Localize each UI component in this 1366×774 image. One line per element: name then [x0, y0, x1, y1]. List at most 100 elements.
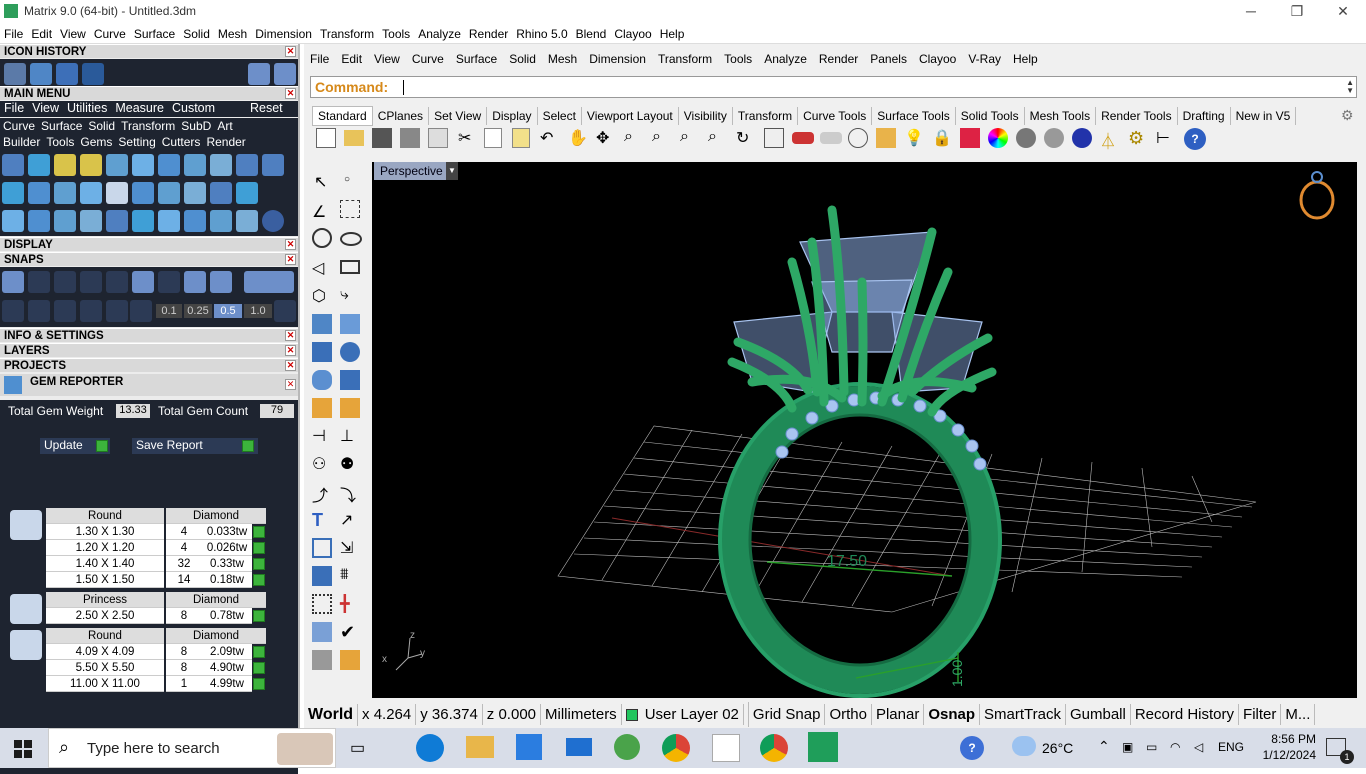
history-tool-icon[interactable] — [4, 63, 26, 85]
circle-select-icon[interactable] — [848, 128, 868, 148]
zoom-app-icon[interactable] — [712, 734, 740, 762]
polygon-icon[interactable]: ⬡ — [312, 286, 326, 306]
rmenu-mesh[interactable]: Mesh — [542, 44, 583, 70]
tool-icon[interactable] — [210, 210, 232, 232]
move-view-icon[interactable]: ✥ — [596, 128, 609, 148]
menu-analyze[interactable]: Analyze — [414, 24, 465, 44]
tool-icon[interactable] — [132, 154, 154, 176]
tool-icon[interactable] — [184, 210, 206, 232]
point-grid-icon[interactable] — [312, 594, 332, 614]
viewport-tab[interactable]: Perspective ▼ — [374, 162, 458, 180]
group-icon[interactable]: ⚇ — [312, 454, 326, 474]
update-go-icon[interactable] — [96, 440, 108, 452]
snap-icon[interactable] — [28, 271, 50, 293]
tool-icon[interactable] — [210, 154, 232, 176]
chrome-icon[interactable] — [662, 734, 690, 762]
menu-transform[interactable]: Transform — [316, 24, 378, 44]
temperature[interactable]: 26°C — [1042, 740, 1073, 756]
dimension-icon[interactable]: ⊢ — [1156, 128, 1170, 148]
tray-chevron-icon[interactable]: ⌃ — [1098, 738, 1110, 755]
cat-setting[interactable]: Setting — [115, 135, 158, 149]
status-record-history[interactable]: Record History — [1131, 704, 1240, 725]
menu-blend[interactable]: Blend — [572, 24, 611, 44]
text-icon[interactable]: T — [312, 510, 323, 531]
snap-toggle-icon[interactable] — [244, 271, 294, 293]
grid-lines-icon[interactable]: ⩩ — [340, 566, 349, 584]
rmenu-transform[interactable]: Transform — [652, 44, 718, 70]
tab-new-in-v5[interactable]: New in V5 — [1231, 107, 1297, 125]
network-icon[interactable]: ▣ — [1122, 740, 1133, 754]
tool-icon[interactable] — [106, 210, 128, 232]
clock-date[interactable]: 1/12/2024 — [1256, 748, 1316, 762]
menu-tools[interactable]: Tools — [378, 24, 414, 44]
row-go-icon[interactable] — [253, 558, 265, 570]
tool-icon[interactable] — [28, 154, 50, 176]
tab-mesh-tools[interactable]: Mesh Tools — [1025, 107, 1097, 125]
paste-icon[interactable] — [512, 128, 530, 148]
snap-icon[interactable] — [2, 271, 24, 293]
row-go-icon[interactable] — [253, 678, 265, 690]
history-tool-icon[interactable] — [82, 63, 104, 85]
cat-art[interactable]: Art — [214, 119, 235, 133]
rmenu-vray[interactable]: V-Ray — [962, 44, 1007, 70]
status-smarttrack[interactable]: SmartTrack — [980, 704, 1066, 725]
tool-icon[interactable] — [28, 210, 50, 232]
tab-solid-tools[interactable]: Solid Tools — [956, 107, 1025, 125]
tool-icon[interactable] — [184, 182, 206, 204]
help-tray-icon[interactable]: ? — [960, 736, 984, 760]
battery-icon[interactable]: ▭ — [1146, 740, 1157, 754]
tool-icon[interactable] — [236, 182, 258, 204]
close-icon[interactable]: ✕ — [285, 360, 296, 371]
close-icon[interactable]: ✕ — [285, 330, 296, 341]
snap-icon[interactable] — [80, 271, 102, 293]
mesh-icon[interactable] — [340, 370, 360, 390]
zoom-icon[interactable]: ⌕ — [624, 128, 633, 146]
menu-dimension[interactable]: Dimension — [251, 24, 316, 44]
open-folder-icon[interactable] — [344, 130, 364, 146]
car-icon[interactable] — [792, 132, 814, 144]
clock-time[interactable]: 8:56 PM — [1266, 732, 1316, 746]
tool-icon[interactable] — [158, 182, 180, 204]
file-explorer-icon[interactable] — [466, 736, 494, 758]
taskbar-search-box[interactable]: ⌕ Type here to search — [48, 728, 336, 768]
tool-icon[interactable] — [158, 154, 180, 176]
tool-icon[interactable] — [210, 182, 232, 204]
status-gumball[interactable]: Gumball — [1066, 704, 1131, 725]
menu-mesh[interactable]: Mesh — [214, 24, 251, 44]
cat-subd[interactable]: SubD — [178, 119, 214, 133]
minimize-button[interactable]: ─ — [1228, 0, 1274, 24]
snap-icon[interactable] — [80, 300, 102, 322]
tab-display[interactable]: Display — [487, 107, 538, 125]
bucket-icon[interactable] — [340, 650, 360, 670]
layers-header[interactable]: LAYERS ✕ — [0, 343, 298, 357]
app-green-icon[interactable] — [614, 734, 640, 760]
tool-icon[interactable] — [2, 154, 24, 176]
rmenu-tools[interactable]: Tools — [718, 44, 758, 70]
tool-icon[interactable] — [132, 210, 154, 232]
boolean-icon[interactable] — [340, 398, 360, 418]
rmenu-edit[interactable]: Edit — [335, 44, 368, 70]
gumball-icon[interactable]: ╋ — [340, 594, 350, 614]
tool-icon[interactable] — [236, 154, 258, 176]
lock-icon[interactable]: 🔒 — [932, 128, 952, 148]
close-icon[interactable]: ✕ — [285, 379, 296, 390]
snap-icon[interactable] — [106, 271, 128, 293]
mm-file[interactable]: File — [0, 101, 28, 115]
rmenu-file[interactable]: File — [304, 44, 335, 70]
array-icon[interactable] — [312, 538, 332, 558]
copy-clip-icon[interactable] — [484, 128, 502, 148]
status-filter[interactable]: Filter — [1239, 704, 1282, 725]
tool-icon[interactable] — [54, 210, 76, 232]
row-go-icon[interactable] — [253, 574, 265, 586]
snap-icon[interactable] — [54, 300, 76, 322]
tab-viewport-layout[interactable]: Viewport Layout — [582, 107, 679, 125]
surface-tool-icon[interactable] — [340, 314, 360, 334]
tab-cplanes[interactable]: CPlanes — [373, 107, 430, 125]
status-ortho[interactable]: Ortho — [825, 704, 872, 725]
tool-icon[interactable] — [80, 210, 102, 232]
store-icon[interactable] — [516, 734, 542, 760]
scroll-arrows-icon[interactable]: ▲ ▼ — [1346, 79, 1354, 95]
save-report-go-icon[interactable] — [242, 440, 254, 452]
four-view-icon[interactable] — [764, 128, 784, 148]
tool-icon[interactable] — [236, 210, 258, 232]
